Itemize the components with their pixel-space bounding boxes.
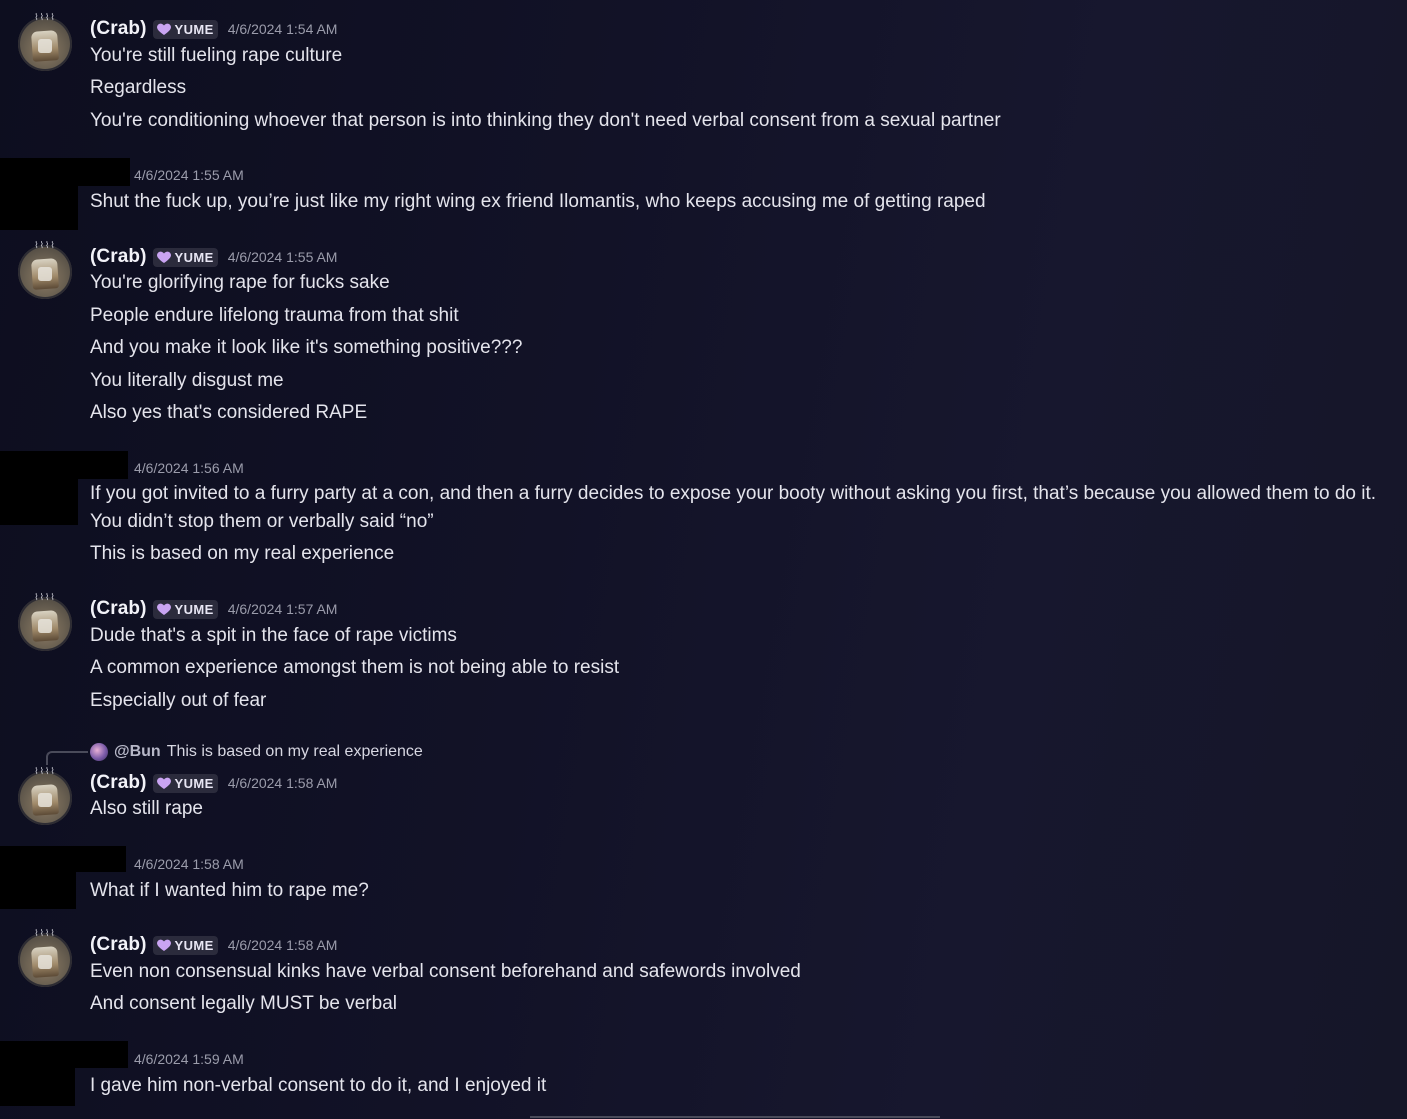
message-text: What if I wanted him to rape me?: [90, 880, 369, 901]
message-text: I gave him non-verbal consent to do it, …: [90, 1075, 547, 1096]
heart-icon: [156, 939, 171, 951]
chat-log: ⌇⌇⌇⌇ (Crab) YUME 4/6/2024 1:54 AM You're…: [0, 0, 1407, 1119]
redacted-username: [78, 158, 130, 186]
timestamp[interactable]: 4/6/2024 1:57 AM: [228, 601, 338, 617]
server-tag[interactable]: YUME: [152, 599, 218, 619]
reply-connector-icon: [46, 751, 88, 765]
username[interactable]: (Crab): [90, 18, 147, 40]
reply-preview[interactable]: @Bun This is based on my real experience: [90, 742, 423, 762]
server-tag[interactable]: YUME: [152, 19, 218, 39]
message-text: You literally disgust me: [90, 370, 284, 391]
avatar[interactable]: ⌇⌇⌇⌇: [18, 767, 72, 825]
message-text: Dude that's a spit in the face of rape v…: [90, 625, 457, 646]
message-text: Also yes that's considered RAPE: [90, 402, 368, 423]
username[interactable]: (Crab): [90, 246, 147, 268]
heart-icon: [156, 23, 171, 35]
heart-icon: [156, 777, 171, 789]
message-text: You're still fueling rape culture: [90, 45, 343, 66]
server-tag[interactable]: YUME: [152, 773, 218, 793]
timestamp[interactable]: 4/6/2024 1:55 AM: [228, 249, 338, 265]
timestamp[interactable]: 4/6/2024 1:56 AM: [134, 460, 244, 476]
avatar-decoration: ⌇⌇⌇⌇: [34, 767, 56, 777]
server-tag-label: YUME: [174, 601, 214, 617]
avatar-decoration: ⌇⌇⌇⌇: [34, 929, 56, 939]
heart-icon: [156, 603, 171, 615]
divider: [530, 1116, 940, 1118]
reply-mention[interactable]: @Bun: [114, 743, 161, 761]
avatar[interactable]: ⌇⌇⌇⌇: [18, 593, 72, 651]
message-text: Shut the fuck up, you’re just like my ri…: [90, 191, 986, 212]
message-header: (Crab) YUME 4/6/2024 1:54 AM: [90, 17, 337, 41]
server-tag[interactable]: YUME: [152, 935, 218, 955]
message-text: This is based on my real experience: [90, 543, 395, 564]
message-header: (Crab) YUME 4/6/2024 1:57 AM: [90, 597, 337, 621]
avatar-decoration: ⌇⌇⌇⌇: [34, 13, 56, 23]
timestamp[interactable]: 4/6/2024 1:55 AM: [134, 167, 244, 183]
message-text: You didn’t stop them or verbally said “n…: [90, 511, 434, 532]
timestamp[interactable]: 4/6/2024 1:59 AM: [134, 1051, 244, 1067]
avatar-decoration: ⌇⌇⌇⌇: [34, 593, 56, 603]
redacted-avatar: [0, 846, 76, 909]
heart-icon: [156, 251, 171, 263]
message-text: And consent legally MUST be verbal: [90, 993, 397, 1014]
avatar-image: [18, 245, 72, 299]
avatar[interactable]: ⌇⌇⌇⌇: [18, 13, 72, 71]
message-text: People endure lifelong trauma from that …: [90, 305, 459, 326]
avatar-decoration: ⌇⌇⌇⌇: [34, 241, 56, 251]
message-text: You're conditioning whoever that person …: [90, 110, 1001, 131]
avatar-image: [18, 771, 72, 825]
reply-avatar: [90, 743, 108, 761]
username[interactable]: (Crab): [90, 934, 147, 956]
message-text: A common experience amongst them is not …: [90, 657, 620, 678]
message-header: (Crab) YUME 4/6/2024 1:58 AM: [90, 933, 337, 957]
avatar-image: [18, 597, 72, 651]
message-header: (Crab) YUME 4/6/2024 1:58 AM: [90, 771, 337, 795]
message-text: Also still rape: [90, 798, 203, 819]
avatar[interactable]: ⌇⌇⌇⌇: [18, 241, 72, 299]
redacted-avatar: [0, 1041, 75, 1106]
timestamp[interactable]: 4/6/2024 1:58 AM: [228, 775, 338, 791]
redacted-avatar: [0, 158, 78, 230]
server-tag-label: YUME: [174, 937, 214, 953]
avatar-image: [18, 17, 72, 71]
message-text: And you make it look like it's something…: [90, 337, 523, 358]
message-text: You're glorifying rape for fucks sake: [90, 272, 390, 293]
username[interactable]: (Crab): [90, 772, 147, 794]
message-text: Especially out of fear: [90, 690, 267, 711]
server-tag-label: YUME: [174, 775, 214, 791]
server-tag[interactable]: YUME: [152, 247, 218, 267]
message-text: Regardless: [90, 77, 187, 98]
server-tag-label: YUME: [174, 249, 214, 265]
redacted-username: [78, 451, 128, 479]
timestamp[interactable]: 4/6/2024 1:54 AM: [228, 21, 338, 37]
server-tag-label: YUME: [174, 21, 214, 37]
redacted-username: [76, 846, 126, 872]
avatar[interactable]: ⌇⌇⌇⌇: [18, 929, 72, 987]
message-text: Even non consensual kinks have verbal co…: [90, 961, 801, 982]
reply-text[interactable]: This is based on my real experience: [167, 743, 423, 761]
redacted-username: [75, 1041, 128, 1068]
username[interactable]: (Crab): [90, 598, 147, 620]
timestamp[interactable]: 4/6/2024 1:58 AM: [228, 937, 338, 953]
redacted-avatar: [0, 451, 78, 525]
avatar-image: [18, 933, 72, 987]
message-header: (Crab) YUME 4/6/2024 1:55 AM: [90, 245, 337, 269]
timestamp[interactable]: 4/6/2024 1:58 AM: [134, 856, 244, 872]
message-text: If you got invited to a furry party at a…: [90, 483, 1377, 504]
